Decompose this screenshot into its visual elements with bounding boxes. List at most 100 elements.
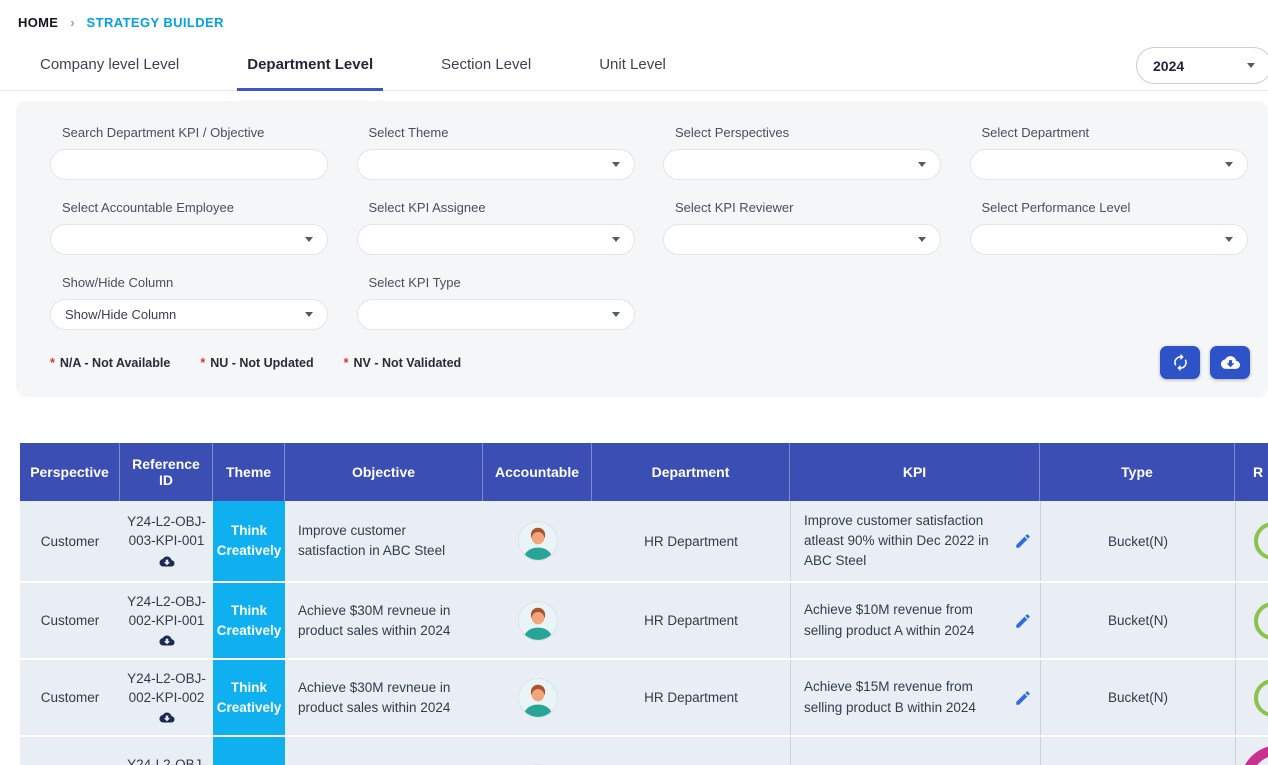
progress-ring <box>1254 602 1268 640</box>
year-select[interactable]: 2024 <box>1136 47 1268 84</box>
select-theme-label: Select Theme <box>357 125 638 140</box>
cell-reference-id: Y24-L2-OBJ-003-KPI-001 <box>120 501 213 581</box>
edit-kpi-button[interactable] <box>1014 612 1032 630</box>
select-department-dropdown[interactable] <box>970 149 1248 180</box>
cell-perspective: Customer <box>20 660 120 735</box>
reference-id-text: Y24-L2-OBJ-002-KPI-003 <box>122 756 212 765</box>
header-objective: Objective <box>285 443 483 501</box>
edit-pencil-icon <box>1014 612 1032 630</box>
cell-accountable <box>483 501 592 581</box>
breadcrumb: HOME › STRATEGY BUILDER <box>0 0 1268 30</box>
field-select-theme: Select Theme <box>357 125 638 180</box>
cell-theme: Think Creatively <box>213 660 285 735</box>
select-performance-dropdown[interactable] <box>970 224 1248 255</box>
cell-kpi: Achieve $5M revenue from selling product… <box>790 737 1040 765</box>
progress-ring <box>1240 745 1268 765</box>
cell-objective: Achieve $30M revneue in product sales wi… <box>285 737 483 765</box>
breadcrumb-current: STRATEGY BUILDER <box>87 15 224 30</box>
table-row: Customer Y24-L2-OBJ-002-KPI-001 Think Cr… <box>20 583 1268 660</box>
avatar[interactable] <box>519 602 557 640</box>
select-perspectives-label: Select Perspectives <box>663 125 944 140</box>
chevron-down-icon <box>1225 237 1233 242</box>
search-kpi-label: Search Department KPI / Objective <box>50 125 331 140</box>
refresh-button[interactable] <box>1160 346 1200 379</box>
select-assignee-dropdown[interactable] <box>357 224 635 255</box>
cell-accountable <box>483 583 592 658</box>
progress-ring <box>1254 679 1268 717</box>
sync-icon <box>1171 353 1190 372</box>
cloud-download-icon <box>158 554 176 569</box>
header-department: Department <box>592 443 790 501</box>
tab-unit-level[interactable]: Unit Level <box>589 50 676 90</box>
filter-panel: Search Department KPI / Objective Select… <box>16 101 1268 397</box>
cell-objective: Improve customer satisfaction in ABC Ste… <box>285 501 483 581</box>
header-theme: Theme <box>213 443 285 501</box>
reference-id-text: Y24-L2-OBJ-003-KPI-001 <box>122 513 212 551</box>
cell-kpi: Improve customer satisfaction atleast 90… <box>790 501 1040 581</box>
cloud-download-icon <box>1221 353 1240 372</box>
table-row: Customer Y24-L2-OBJ-002-KPI-003 Think Cr… <box>20 737 1268 765</box>
select-perspectives-dropdown[interactable] <box>663 149 941 180</box>
asterisk-icon: * <box>200 356 205 370</box>
tab-department-level[interactable]: Department Level <box>237 50 383 91</box>
download-kpi-button[interactable] <box>158 710 176 725</box>
cell-accountable <box>483 660 592 735</box>
download-kpi-button[interactable] <box>158 633 176 648</box>
chevron-down-icon <box>918 162 926 167</box>
legend-nv: *NV - Not Validated <box>344 356 462 370</box>
kpi-table: Perspective Reference ID Theme Objective… <box>20 443 1268 765</box>
select-performance-label: Select Performance Level <box>970 200 1251 215</box>
cell-perspective: Customer <box>20 737 120 765</box>
export-button[interactable] <box>1210 346 1250 379</box>
breadcrumb-separator-icon: › <box>70 15 74 30</box>
asterisk-icon: * <box>50 356 55 370</box>
chevron-down-icon <box>612 237 620 242</box>
cloud-download-icon <box>158 633 176 648</box>
show-hide-column-dropdown[interactable]: Show/Hide Column <box>50 299 328 330</box>
select-reviewer-dropdown[interactable] <box>663 224 941 255</box>
table-row: Customer Y24-L2-OBJ-002-KPI-002 Think Cr… <box>20 660 1268 737</box>
breadcrumb-home[interactable]: HOME <box>18 15 58 30</box>
cell-last-column <box>1235 737 1268 765</box>
kpi-text: Achieve $10M revenue from selling produc… <box>804 600 1008 641</box>
field-select-accountable: Select Accountable Employee <box>50 200 331 255</box>
cell-last-column <box>1235 583 1268 658</box>
field-select-reviewer: Select KPI Reviewer <box>663 200 944 255</box>
status-legend: *N/A - Not Available *NU - Not Updated *… <box>50 356 461 370</box>
edit-kpi-button[interactable] <box>1014 532 1032 550</box>
cell-theme: Think Creatively <box>213 737 285 765</box>
select-assignee-label: Select KPI Assignee <box>357 200 638 215</box>
kpi-text: Achieve $15M revenue from selling produc… <box>804 677 1008 718</box>
table-row: Customer Y24-L2-OBJ-003-KPI-001 Think Cr… <box>20 501 1268 583</box>
filter-panel-footer: *N/A - Not Available *NU - Not Updated *… <box>50 346 1250 379</box>
cell-reference-id: Y24-L2-OBJ-002-KPI-003 <box>120 737 213 765</box>
header-reference-id: Reference ID <box>120 443 213 501</box>
header-last-column: R <box>1235 443 1268 501</box>
chevron-down-icon <box>612 162 620 167</box>
select-accountable-dropdown[interactable] <box>50 224 328 255</box>
year-select-value: 2024 <box>1153 58 1184 74</box>
field-select-perspectives: Select Perspectives <box>663 125 944 180</box>
cell-kpi: Achieve $10M revenue from selling produc… <box>790 583 1040 658</box>
avatar[interactable] <box>519 679 557 717</box>
cell-department: HR Department <box>592 737 790 765</box>
chevron-down-icon <box>1225 162 1233 167</box>
kpi-table-header: Perspective Reference ID Theme Objective… <box>20 443 1268 501</box>
edit-kpi-button[interactable] <box>1014 689 1032 707</box>
edit-pencil-icon <box>1014 532 1032 550</box>
select-kpi-type-label: Select KPI Type <box>357 275 638 290</box>
search-kpi-input[interactable] <box>50 149 328 180</box>
chevron-down-icon <box>918 237 926 242</box>
reference-id-text: Y24-L2-OBJ-002-KPI-002 <box>122 670 212 708</box>
cell-perspective: Customer <box>20 583 120 658</box>
avatar[interactable] <box>519 522 557 560</box>
select-kpi-type-dropdown[interactable] <box>357 299 635 330</box>
tab-section-level[interactable]: Section Level <box>431 50 541 90</box>
field-select-kpi-type: Select KPI Type <box>357 275 638 330</box>
select-theme-dropdown[interactable] <box>357 149 635 180</box>
header-kpi: KPI <box>790 443 1040 501</box>
tab-company-level[interactable]: Company level Level <box>30 50 189 90</box>
legend-nu: *NU - Not Updated <box>200 356 313 370</box>
download-kpi-button[interactable] <box>158 554 176 569</box>
cell-type: Bucket(N) <box>1040 501 1235 581</box>
